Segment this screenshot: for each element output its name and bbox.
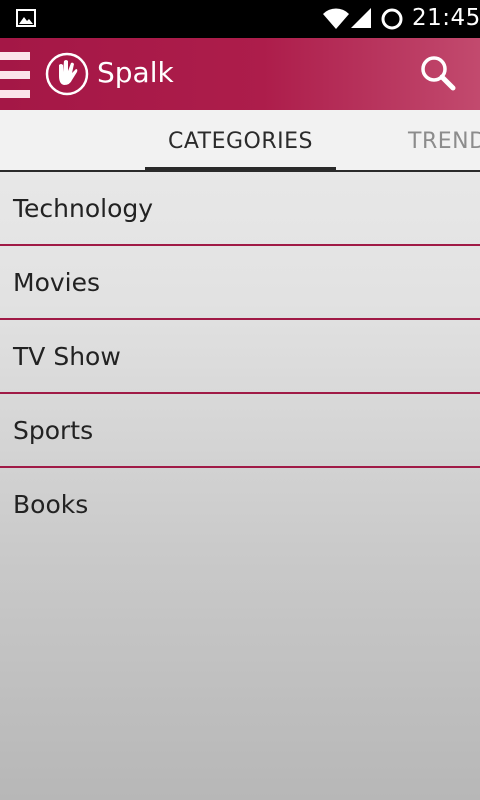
status-clock: 21:45 xyxy=(412,5,480,31)
wifi-icon xyxy=(322,6,350,34)
category-list: Technology Movies TV Show Sports Books xyxy=(0,172,480,542)
app-bar: Spalk xyxy=(0,38,480,110)
tab-categories[interactable]: CATEGORIES xyxy=(145,110,336,172)
sync-icon xyxy=(380,7,404,35)
menu-icon[interactable] xyxy=(0,52,30,98)
status-bar: 21:45 xyxy=(0,0,480,38)
gallery-icon xyxy=(16,9,36,31)
search-icon[interactable] xyxy=(418,54,458,98)
tab-trending[interactable]: TREND xyxy=(408,110,480,170)
app-title: Spalk xyxy=(97,56,174,89)
category-item-books[interactable]: Books xyxy=(0,468,480,542)
signal-icon xyxy=(350,7,372,33)
hand-logo-icon xyxy=(45,52,89,100)
app-screen: 21:45 Spalk CATEGORIES TREND Technology xyxy=(0,0,480,800)
category-item-movies[interactable]: Movies xyxy=(0,246,480,320)
category-item-technology[interactable]: Technology xyxy=(0,172,480,246)
category-item-tv-show[interactable]: TV Show xyxy=(0,320,480,394)
tab-bar: CATEGORIES TREND xyxy=(0,110,480,172)
category-item-sports[interactable]: Sports xyxy=(0,394,480,468)
